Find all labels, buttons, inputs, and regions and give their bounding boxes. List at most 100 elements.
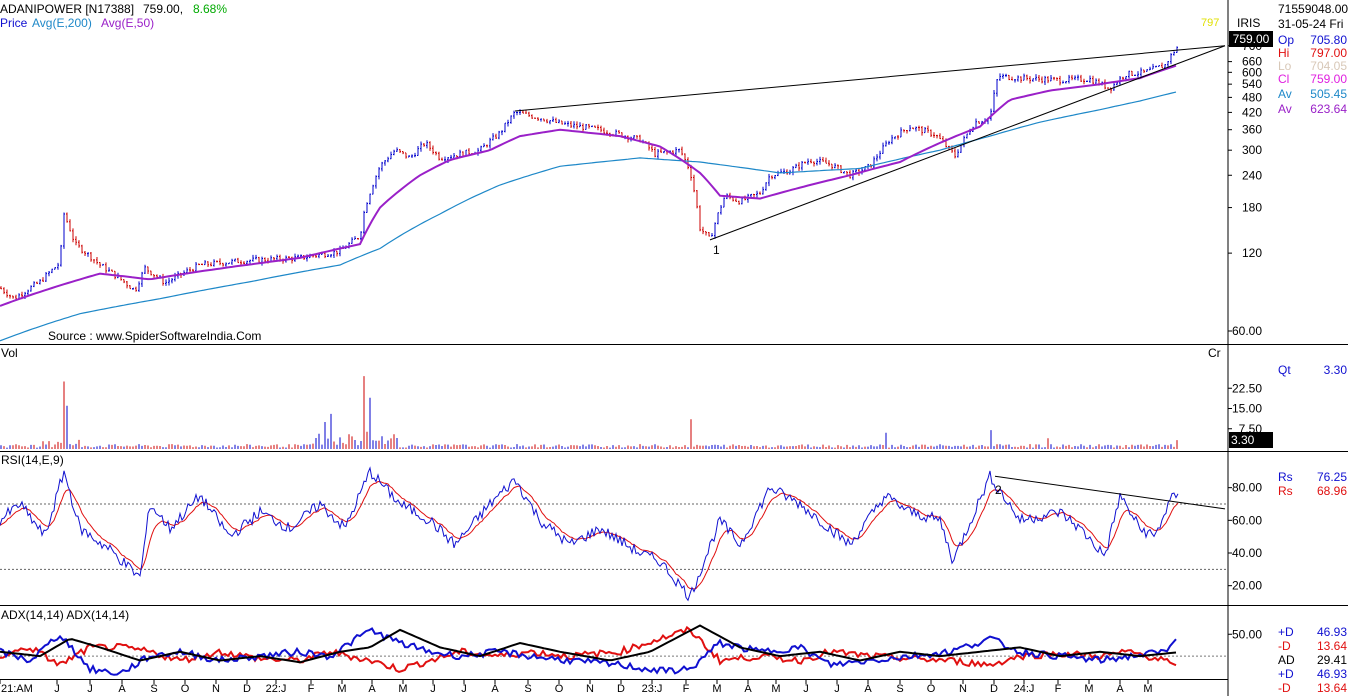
lower-support-trendline [709, 45, 1226, 241]
price-bar [1092, 75, 1094, 85]
price-bar [147, 266, 149, 275]
price-bar [573, 121, 575, 129]
price-bar [594, 125, 596, 128]
price-bar [30, 285, 32, 292]
rs2-value: 68.96 [1317, 484, 1347, 498]
price-bar [1095, 78, 1097, 84]
price-bar [390, 151, 392, 160]
price-bar [537, 117, 539, 121]
av-ema200-label: Av [1278, 87, 1292, 101]
price-bars [0, 46, 1178, 300]
price-bar [765, 182, 767, 191]
iris-tag: IRIS [1237, 16, 1260, 30]
price-bar [1035, 74, 1037, 81]
price-bar [1089, 75, 1091, 83]
price-bar [786, 169, 788, 175]
price-bar [873, 156, 875, 170]
time-tick-label: 24:J [1014, 683, 1035, 695]
legend-price: Price [0, 16, 28, 30]
price-bar [1059, 75, 1061, 86]
price-bar [1143, 69, 1145, 73]
time-tick-label: A [864, 683, 872, 695]
price-bar [1074, 75, 1076, 81]
price-bar [231, 258, 233, 265]
price-bar [1086, 80, 1088, 82]
price-bar [921, 126, 923, 136]
price-bar [906, 130, 908, 134]
ema50-line [0, 64, 1177, 307]
price-bar [954, 148, 956, 159]
price-bar [930, 129, 932, 137]
price-bar [405, 152, 407, 159]
price-bar [819, 156, 821, 165]
op-value: 705.80 [1310, 33, 1347, 47]
price-bar [111, 269, 113, 272]
price-bar [72, 228, 74, 243]
price-bar [675, 147, 677, 156]
cl-label: Cl [1278, 72, 1289, 86]
price-bar [78, 240, 80, 248]
chart-frame [0, 0, 1348, 696]
price-bar [1155, 65, 1157, 68]
hi-value: 797.00 [1310, 46, 1347, 60]
price-bar [822, 157, 824, 162]
time-tick-label: J [87, 683, 93, 695]
price-bar [27, 289, 29, 296]
chart-canvas: ADANIPOWER [N17388] 759.00, 8.68% Price … [0, 0, 1348, 696]
high-marker: 797 [1201, 17, 1219, 29]
adx-label: AD [1278, 653, 1295, 667]
time-tick-label: M [1143, 683, 1152, 695]
price-bar [597, 124, 599, 131]
price-bar [534, 117, 536, 119]
price-bar [213, 259, 215, 267]
price-bar [1008, 74, 1010, 81]
price-bar [276, 254, 278, 260]
price-bar [585, 123, 587, 130]
price-bar [900, 127, 902, 138]
price-bar [600, 125, 602, 133]
price-bar [501, 130, 503, 136]
price-bar [165, 279, 167, 286]
price-bar [552, 116, 554, 123]
time-tick-label: M [1084, 683, 1093, 695]
price-bar [1134, 74, 1136, 76]
price-bar [336, 250, 338, 257]
price-bar [762, 186, 764, 195]
av-ema200-value: 505.45 [1310, 87, 1347, 101]
price-bar [504, 122, 506, 133]
time-tick-label: D [617, 683, 625, 695]
price-bar [327, 253, 329, 258]
price-bar [654, 147, 656, 158]
price-bar [48, 270, 50, 277]
wave-2-label: 2 [995, 483, 1002, 497]
rsi-tick-label: 60.00 [1232, 513, 1262, 527]
price-bar [579, 122, 581, 128]
price-bar [75, 236, 77, 246]
price-bar [372, 184, 374, 195]
adx-readout: +D 46.93 -D 13.64 AD 29.41 +D 46.93 -D 1… [1278, 625, 1347, 695]
price-bar [3, 287, 5, 295]
price-bar [60, 244, 62, 267]
price-bar [1170, 53, 1172, 65]
price-bar [492, 133, 494, 141]
price-bar [291, 256, 293, 264]
price-bar [255, 254, 257, 260]
current-volume-text: 3.30 [1231, 433, 1255, 447]
pdi-value: 46.93 [1317, 625, 1347, 639]
price-bar [135, 286, 137, 292]
price-bar [885, 140, 887, 147]
price-tick-label: 540 [1242, 77, 1262, 91]
rsi-tick-label: 80.00 [1232, 481, 1262, 495]
time-tick-label: S [896, 683, 903, 695]
change-percent: 8.68% [193, 2, 227, 16]
price-bar [366, 202, 368, 214]
pdi2-value: 46.93 [1317, 667, 1347, 681]
price-bar [63, 212, 65, 249]
adx-axis: 50.00 [1228, 627, 1262, 641]
price-bar [396, 147, 398, 152]
price-bar [717, 212, 719, 225]
price-bar [660, 148, 662, 153]
mdi2-label: -D [1278, 681, 1291, 695]
legend-ema50: Avg(E,50) [101, 16, 154, 30]
price-bar [81, 244, 83, 254]
